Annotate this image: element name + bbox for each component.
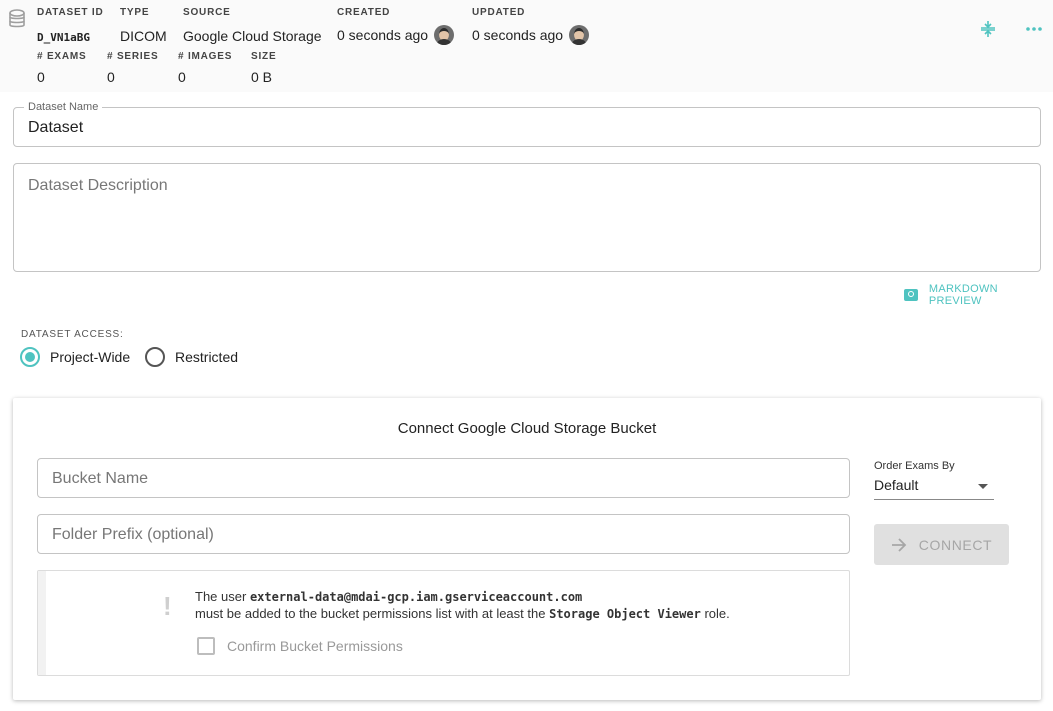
search-icon [904, 289, 918, 301]
notice-text-b: role. [704, 606, 730, 621]
created-value: 0 seconds ago [337, 25, 455, 45]
series-value: 0 [107, 69, 115, 85]
dataset-name-field[interactable]: Dataset Name Dataset [13, 101, 1041, 147]
folder-prefix-input[interactable]: Folder Prefix (optional) [37, 514, 850, 554]
bucket-name-placeholder: Bucket Name [52, 470, 149, 487]
meta-label: TYPE [120, 7, 150, 18]
radio-label: Project-Wide [50, 349, 131, 365]
service-account: external-data@mdai-gcp.iam.gserviceaccou… [249, 590, 583, 604]
meta-source: SOURCE Google Cloud Storage [183, 7, 322, 45]
meta-series: # SERIES 0 [107, 51, 158, 86]
compress-icon[interactable] [979, 20, 997, 38]
notice-line-1: The user external-data@mdai-gcp.iam.gser… [195, 589, 582, 604]
order-exams-label: Order Exams By [874, 460, 955, 472]
meta-label: SIZE [251, 51, 277, 62]
dataset-id-value: D_VN1aBG [37, 31, 90, 44]
exclamation-icon: ! [163, 591, 172, 621]
meta-label: # EXAMS [37, 51, 87, 62]
notice-side-bar [38, 571, 46, 675]
updated-value: 0 seconds ago [472, 25, 590, 45]
permissions-notice: ! The user external-data@mdai-gcp.iam.gs… [37, 570, 850, 676]
caret-down-icon [978, 484, 988, 489]
order-exams-select[interactable]: Default [874, 476, 994, 500]
notice-prefix: The user [195, 589, 247, 604]
images-value: 0 [178, 69, 186, 85]
meta-label: SOURCE [183, 7, 231, 18]
gcs-card-title: Connect Google Cloud Storage Bucket [397, 420, 657, 437]
radio-checked-icon [20, 347, 40, 367]
radio-restricted[interactable]: Restricted [145, 347, 238, 367]
dataset-header: DATASET ID D_VN1aBG TYPE DICOM SOURCE Go… [0, 0, 1053, 92]
meta-images: # IMAGES 0 [178, 51, 232, 86]
folder-prefix-placeholder: Folder Prefix (optional) [52, 526, 214, 543]
confirm-permissions-checkbox[interactable]: Confirm Bucket Permissions [197, 637, 403, 655]
updated-time: 0 seconds ago [472, 27, 564, 43]
required-role: Storage Object Viewer [549, 607, 701, 621]
meta-label: # IMAGES [178, 51, 233, 62]
markdown-preview-label: MARKDOWN PREVIEW [928, 283, 998, 307]
meta-label: # SERIES [107, 51, 159, 62]
avatar[interactable] [569, 25, 590, 45]
meta-dataset-id: DATASET ID D_VN1aBG [37, 7, 104, 47]
dataset-name-value: Dataset [28, 119, 84, 136]
meta-updated: UPDATED 0 seconds ago [472, 7, 590, 45]
dataset-access-label: DATASET ACCESS: [21, 329, 124, 340]
gcs-connect-card: Connect Google Cloud Storage Bucket Buck… [13, 398, 1041, 700]
connect-label: CONNECT [918, 536, 993, 553]
exams-value: 0 [37, 69, 45, 85]
markdown-preview-button[interactable]: MARKDOWN PREVIEW [904, 283, 1053, 307]
meta-label: CREATED [337, 7, 391, 18]
arrow-right-icon [891, 537, 907, 552]
meta-label: DATASET ID [37, 7, 104, 18]
dataset-name-legend: Dataset Name [24, 101, 103, 113]
source-value: Google Cloud Storage [183, 28, 322, 44]
radio-unchecked-icon [145, 347, 165, 367]
created-time: 0 seconds ago [337, 27, 429, 43]
dataset-description-field[interactable]: Dataset Description [13, 163, 1041, 272]
checkbox-icon [197, 637, 215, 655]
database-icon [9, 9, 25, 28]
description-placeholder: Dataset Description [28, 177, 168, 194]
avatar[interactable] [434, 25, 455, 45]
connect-button[interactable]: CONNECT [874, 524, 1009, 565]
meta-type: TYPE DICOM [120, 7, 167, 45]
notice-text-a: must be added to the bucket permissions … [195, 606, 546, 621]
type-value: DICOM [120, 28, 167, 44]
size-value: 0 B [251, 69, 273, 85]
radio-project-wide[interactable]: Project-Wide [20, 347, 130, 367]
radio-label: Restricted [175, 349, 239, 365]
meta-label: UPDATED [472, 7, 526, 18]
notice-line-2: must be added to the bucket permissions … [195, 606, 730, 621]
meta-exams: # EXAMS 0 [37, 51, 87, 86]
more-horizontal-icon[interactable] [1025, 24, 1043, 34]
meta-created: CREATED 0 seconds ago [337, 7, 455, 45]
bucket-name-input[interactable]: Bucket Name [37, 458, 850, 498]
confirm-permissions-label: Confirm Bucket Permissions [227, 638, 403, 654]
meta-size: SIZE 0 B [251, 51, 276, 86]
order-exams-value: Default [874, 477, 919, 493]
